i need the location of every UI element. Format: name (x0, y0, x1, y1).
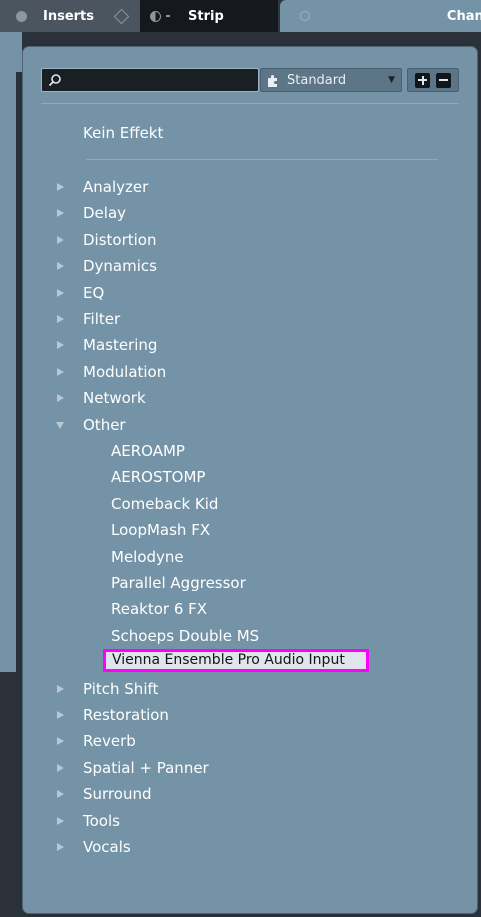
disclosure-triangle-icon[interactable] (57, 367, 64, 376)
disclosure-triangle-icon[interactable] (57, 235, 64, 244)
category-item[interactable]: Reverb (83, 729, 136, 753)
disclosure-triangle-icon[interactable] (57, 711, 64, 719)
tab-inserts[interactable]: Inserts (0, 0, 140, 32)
category-item[interactable]: Analyzer (83, 175, 148, 199)
menu-divider (86, 159, 438, 160)
preset-dropdown[interactable]: Standard ▼ (260, 68, 402, 92)
tab-strip-label: Strip (188, 8, 224, 24)
inserts-panel-background (0, 32, 22, 692)
plugin-item[interactable]: LoopMash FX (111, 518, 210, 542)
inserts-bypass-icon[interactable] (16, 10, 27, 22)
disclosure-triangle-icon[interactable] (57, 394, 64, 403)
selected-plugin-label: Vienna Ensemble Pro Audio Input (112, 652, 345, 668)
disclosure-triangle-icon[interactable] (57, 288, 64, 297)
diamond-icon[interactable] (113, 8, 130, 24)
plugin-item[interactable]: Parallel Aggressor (111, 571, 246, 595)
tab-strip[interactable]: Strip (140, 0, 278, 32)
search-input[interactable] (64, 69, 258, 93)
plugin-selector-popup: Standard ▼ Kein Effekt Analyzer Delay Dist… (22, 46, 478, 914)
category-item[interactable]: Surround (83, 782, 151, 806)
search-row: Standard ▼ (41, 68, 459, 93)
expand-collapse-group (407, 68, 459, 92)
disclosure-triangle-icon[interactable] (57, 816, 64, 825)
disclosure-triangle-icon[interactable] (57, 209, 64, 218)
category-item[interactable]: Mastering (83, 333, 157, 357)
category-item[interactable]: Pitch Shift (83, 677, 158, 701)
channel-ring-icon[interactable] (300, 11, 310, 21)
tab-channel-label: Chann (446, 8, 481, 24)
plugin-item[interactable]: Schoeps Double MS (111, 624, 259, 648)
plugin-item[interactable]: Reaktor 6 FX (111, 597, 207, 621)
category-item[interactable]: Restoration (83, 703, 169, 727)
plugin-item[interactable]: AEROSTOMP (111, 465, 205, 489)
search-field[interactable] (41, 68, 259, 93)
no-effect-item[interactable]: Kein Effekt (83, 121, 163, 145)
category-item[interactable]: Other (83, 413, 126, 437)
plugin-item[interactable]: Comeback Kid (111, 492, 218, 516)
plugin-item[interactable]: AEROAMP (111, 439, 185, 463)
search-icon (48, 74, 61, 87)
category-item[interactable]: Modulation (83, 360, 166, 384)
category-item[interactable]: Network (83, 386, 146, 410)
category-item[interactable]: Tools (83, 809, 120, 833)
disclosure-triangle-icon[interactable] (57, 183, 64, 191)
strip-bypass-icon[interactable] (150, 10, 161, 22)
selected-plugin-item[interactable]: Vienna Ensemble Pro Audio Input (103, 649, 369, 672)
category-item[interactable]: EQ (83, 281, 104, 305)
puzzle-icon (268, 75, 277, 87)
tab-channel[interactable]: Chann (280, 0, 481, 32)
category-item[interactable]: Spatial + Panner (83, 756, 209, 780)
category-item[interactable]: Distortion (83, 228, 157, 252)
dropdown-arrow-icon: ▼ (388, 75, 395, 85)
preset-label: Standard (287, 72, 347, 88)
category-item[interactable]: Vocals (83, 835, 131, 859)
disclosure-triangle-icon[interactable] (57, 763, 64, 772)
tab-inserts-label: Inserts (43, 8, 95, 24)
category-item[interactable]: Filter (83, 307, 120, 331)
disclosure-triangle-icon[interactable] (57, 684, 64, 693)
disclosure-triangle-icon[interactable] (57, 790, 64, 799)
minus-icon (166, 15, 170, 17)
expand-all-icon[interactable] (415, 72, 430, 88)
collapse-all-icon[interactable] (436, 72, 451, 88)
disclosure-triangle-icon[interactable] (57, 315, 64, 323)
disclosure-triangle-icon[interactable] (57, 341, 64, 350)
category-item[interactable]: Dynamics (83, 254, 157, 278)
category-item[interactable]: Delay (83, 201, 126, 225)
search-divider (41, 103, 459, 104)
disclosure-triangle-icon[interactable] (56, 421, 64, 429)
disclosure-triangle-icon[interactable] (57, 737, 64, 746)
disclosure-triangle-icon[interactable] (57, 262, 64, 271)
plugin-item[interactable]: Melodyne (111, 545, 184, 569)
top-tab-bar: Inserts Strip Chann (0, 0, 481, 32)
disclosure-triangle-icon[interactable] (57, 843, 64, 851)
